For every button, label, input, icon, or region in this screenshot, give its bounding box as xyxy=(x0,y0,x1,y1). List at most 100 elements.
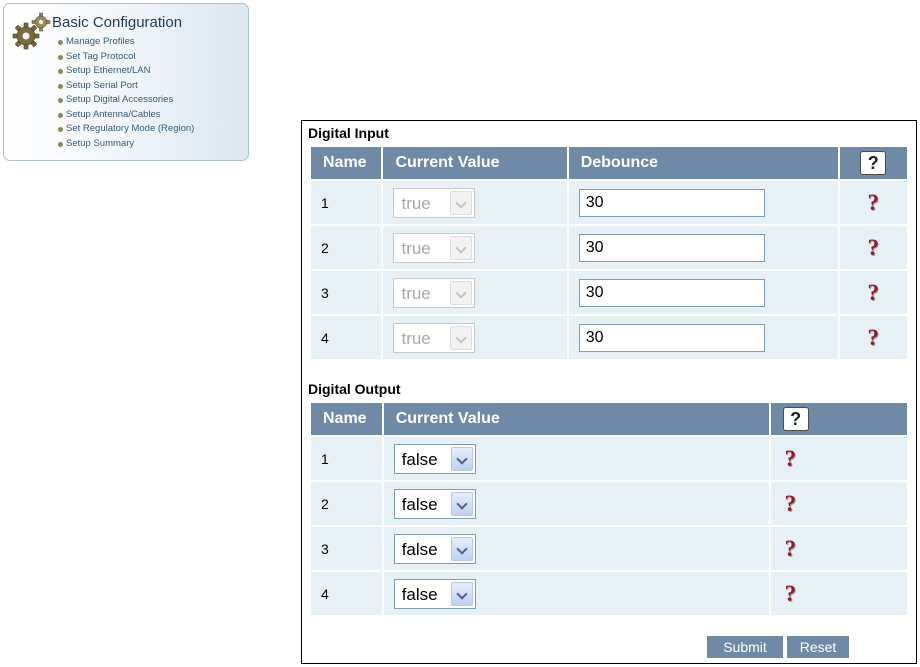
current-value-cell: true xyxy=(383,181,567,224)
input-3-debounce-field[interactable] xyxy=(578,278,765,307)
current-value-cell: false xyxy=(383,437,769,480)
help-cell: ? xyxy=(839,181,907,224)
help-box-icon[interactable]: ? xyxy=(782,407,809,431)
output-4-current-value-select[interactable]: false xyxy=(393,578,476,609)
help-box-icon[interactable]: ? xyxy=(860,151,887,175)
menu-item-setup-digital-accessories[interactable]: Setup Digital Accessories xyxy=(58,93,194,108)
help-cell: ? xyxy=(839,316,907,359)
chevron-down-icon xyxy=(450,280,473,305)
chevron-down-icon[interactable] xyxy=(450,446,473,471)
table-header-row: Name Current Value Debounce ? xyxy=(311,147,907,179)
input-3-current-value-select: true xyxy=(393,277,476,308)
input-2-debounce-field[interactable] xyxy=(578,233,765,262)
menu-item-setup-serial-port[interactable]: Setup Serial Port xyxy=(58,79,194,94)
menu-item-manage-profiles[interactable]: Manage Profiles xyxy=(58,35,194,50)
help-icon[interactable]: ? xyxy=(868,190,880,216)
column-header-current-value: Current Value xyxy=(383,147,567,179)
select-value: true xyxy=(401,283,431,303)
bullet-icon xyxy=(58,127,63,132)
chevron-down-icon[interactable] xyxy=(450,536,473,561)
menu-item-setup-ethernet-lan[interactable]: Setup Ethernet/LAN xyxy=(58,64,194,79)
menu-item-label: Manage Profiles xyxy=(66,36,135,47)
select-value: true xyxy=(401,328,431,348)
current-value-cell: true xyxy=(383,226,567,269)
current-value-cell: false xyxy=(383,527,769,570)
reset-button[interactable]: Reset xyxy=(787,636,849,658)
column-header-debounce: Debounce xyxy=(568,147,838,179)
help-cell: ? xyxy=(770,572,907,615)
help-icon[interactable]: ? xyxy=(785,446,797,472)
submit-button[interactable]: Submit xyxy=(707,636,783,658)
help-cell: ? xyxy=(839,226,907,269)
input-1-debounce-field[interactable] xyxy=(578,188,765,217)
basic-configuration-menu: Basic Configuration Manage Profiles Set … xyxy=(3,3,249,161)
output-1-current-value-select[interactable]: false xyxy=(393,443,476,474)
menu-list: Manage Profiles Set Tag Protocol Setup E… xyxy=(58,35,194,151)
current-value-cell: true xyxy=(383,271,567,314)
menu-item-label: Setup Ethernet/LAN xyxy=(66,65,151,76)
column-header-help: ? xyxy=(839,147,907,179)
table-row: 3 false ? xyxy=(311,527,907,570)
digital-input-title: Digital Input xyxy=(308,125,389,141)
debounce-cell xyxy=(568,181,838,224)
gears-icon xyxy=(12,12,51,50)
bullet-icon xyxy=(58,141,63,147)
help-icon[interactable]: ? xyxy=(785,536,797,562)
help-cell: ? xyxy=(770,482,907,525)
output-2-current-value-select[interactable]: false xyxy=(393,488,476,519)
help-icon[interactable]: ? xyxy=(868,235,880,261)
menu-item-label: Setup Summary xyxy=(66,137,135,149)
table-row: 1 false ? xyxy=(311,437,907,480)
select-value: false xyxy=(401,494,438,514)
bullet-icon xyxy=(58,40,63,45)
select-value: true xyxy=(401,193,431,213)
column-header-name: Name xyxy=(311,403,382,435)
input-2-current-value-select: true xyxy=(393,232,476,263)
menu-item-set-tag-protocol[interactable]: Set Tag Protocol xyxy=(58,50,194,65)
current-value-cell: false xyxy=(383,572,769,615)
menu-item-setup-antenna-cables[interactable]: Setup Antenna/Cables xyxy=(58,108,194,123)
bullet-icon xyxy=(58,69,63,74)
digital-input-table: Name Current Value Debounce ? 1 true ? 2… xyxy=(309,145,909,361)
table-row: 4 false ? xyxy=(311,572,907,615)
help-cell: ? xyxy=(839,271,907,314)
output-3-current-value-select[interactable]: false xyxy=(393,533,476,564)
table-row: 2 true ? xyxy=(311,226,907,269)
table-row: 3 true ? xyxy=(311,271,907,314)
help-cell: ? xyxy=(770,527,907,570)
menu-item-setup-summary[interactable]: Setup Summary xyxy=(58,137,194,152)
help-icon[interactable]: ? xyxy=(785,491,797,517)
column-header-current-value: Current Value xyxy=(383,403,769,435)
chevron-down-icon xyxy=(450,235,473,260)
input-4-debounce-field[interactable] xyxy=(578,323,765,352)
digital-output-title: Digital Output xyxy=(308,381,401,397)
input-name-cell: 2 xyxy=(311,226,382,269)
bullet-icon xyxy=(58,98,63,103)
current-value-cell: false xyxy=(383,482,769,525)
digital-accessories-panel: Digital Input Name Current Value Debounc… xyxy=(301,120,917,664)
menu-item-label: Set Tag Protocol xyxy=(66,50,136,62)
menu-title: Basic Configuration xyxy=(52,14,183,31)
select-value: false xyxy=(401,449,438,469)
input-name-cell: 4 xyxy=(311,316,382,359)
help-icon[interactable]: ? xyxy=(868,325,880,351)
output-name-cell: 4 xyxy=(311,572,382,615)
chevron-down-icon[interactable] xyxy=(450,581,473,606)
output-name-cell: 3 xyxy=(311,527,382,570)
output-name-cell: 1 xyxy=(311,437,382,480)
menu-item-set-regulatory-mode[interactable]: Set Regulatory Mode (Region) xyxy=(58,122,194,137)
current-value-cell: true xyxy=(383,316,567,359)
select-value: false xyxy=(401,584,438,604)
bullet-icon xyxy=(58,54,63,60)
chevron-down-icon xyxy=(450,325,473,350)
input-name-cell: 3 xyxy=(311,271,382,314)
menu-item-label: Setup Serial Port xyxy=(66,79,138,91)
bullet-icon xyxy=(58,83,63,89)
table-row: 4 true ? xyxy=(311,316,907,359)
help-icon[interactable]: ? xyxy=(785,581,797,607)
help-icon[interactable]: ? xyxy=(868,280,880,306)
select-value: true xyxy=(401,238,431,258)
column-header-name: Name xyxy=(311,147,382,179)
menu-item-label: Set Regulatory Mode (Region) xyxy=(66,123,195,134)
chevron-down-icon[interactable] xyxy=(450,491,473,516)
